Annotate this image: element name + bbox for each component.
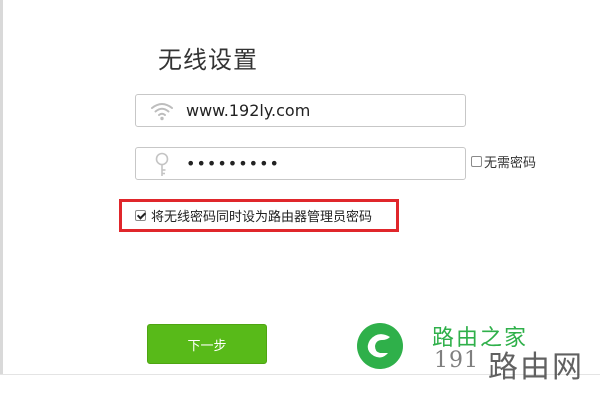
left-frame-border xyxy=(0,0,3,375)
password-field[interactable]: ••••••••• xyxy=(135,147,466,180)
page-title: 无线设置 xyxy=(158,46,258,74)
router-home-logo-icon xyxy=(356,322,404,370)
sync-admin-password-checkbox[interactable] xyxy=(135,209,146,221)
next-button[interactable]: 下一步 xyxy=(147,324,267,364)
watermark-domain-prefix: 191 xyxy=(434,348,479,373)
no-password-label: 无需密码 xyxy=(484,155,537,171)
ssid-value: www.192ly.com xyxy=(186,101,311,120)
ssid-field[interactable]: www.192ly.com xyxy=(135,94,466,127)
no-password-option[interactable]: 无需密码 xyxy=(471,153,537,171)
key-icon xyxy=(150,152,174,176)
wifi-icon xyxy=(150,99,174,123)
sync-admin-password-label: 将无线密码同时设为路由器管理员密码 xyxy=(151,209,373,225)
watermark-domain-cn: 路由网 xyxy=(488,350,584,385)
no-password-checkbox[interactable] xyxy=(471,155,482,167)
password-value: ••••••••• xyxy=(186,154,280,173)
sync-admin-password-option[interactable]: 将无线密码同时设为路由器管理员密码 xyxy=(135,207,373,225)
